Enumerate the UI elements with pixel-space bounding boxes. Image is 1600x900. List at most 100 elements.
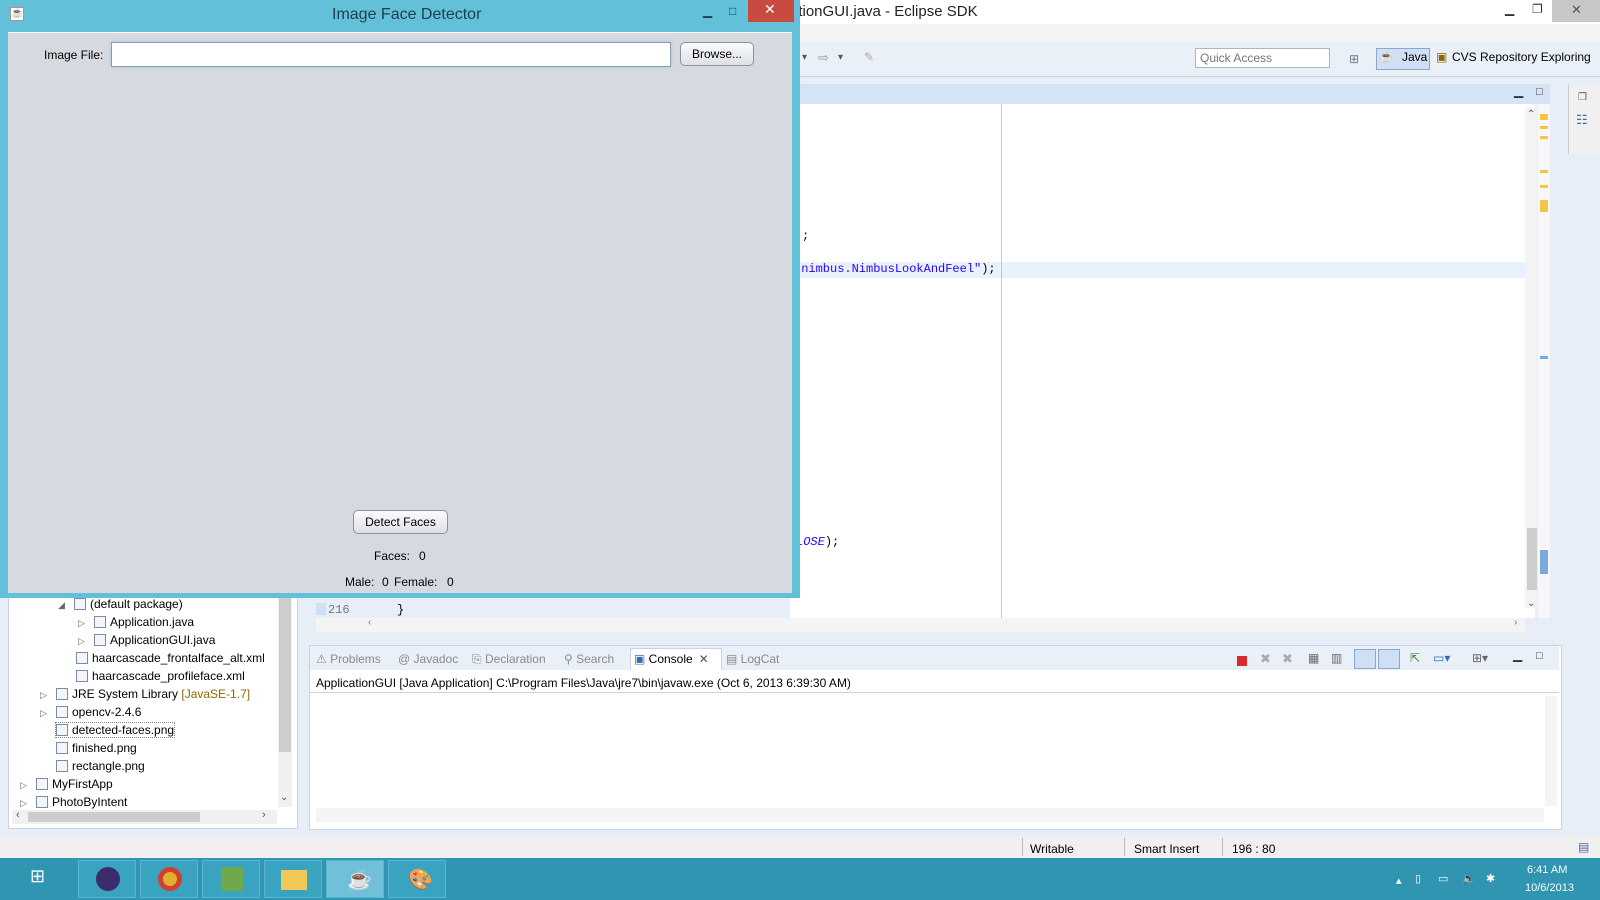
show-on-stdout-toggle[interactable] bbox=[1354, 649, 1376, 669]
close-tab-icon[interactable]: ✕ bbox=[699, 652, 709, 666]
tab-search[interactable]: ⚲ Search bbox=[564, 652, 614, 666]
show-on-stderr-toggle[interactable] bbox=[1378, 649, 1400, 669]
collapse-icon[interactable]: ▷ bbox=[78, 636, 88, 647]
taskbar-chrome[interactable] bbox=[140, 860, 198, 898]
volume-tray-icon[interactable]: 🔈 bbox=[1462, 872, 1476, 885]
editor-minimize-icon[interactable]: ▁ bbox=[1514, 84, 1523, 98]
restore-icon[interactable]: ❐ bbox=[1578, 92, 1587, 103]
console-vscrollbar[interactable] bbox=[1545, 696, 1557, 806]
clock-time[interactable]: 6:41 AM bbox=[1527, 864, 1567, 876]
device-tray-icon[interactable]: ▯ bbox=[1415, 872, 1421, 885]
perspective-cvs-label[interactable]: CVS Repository Exploring bbox=[1452, 50, 1591, 64]
editor-maximize-icon[interactable]: □ bbox=[1536, 86, 1543, 98]
occurrence-marker[interactable] bbox=[1540, 356, 1548, 359]
console-minimize-icon[interactable]: ▁ bbox=[1513, 648, 1522, 662]
warning-marker[interactable] bbox=[1540, 200, 1548, 212]
taskbar-java[interactable]: ☕ bbox=[326, 860, 384, 898]
progress-icon[interactable]: ▤ bbox=[1578, 840, 1589, 854]
collapse-icon[interactable]: ▷ bbox=[78, 618, 88, 629]
scroll-left-icon[interactable]: ‹ bbox=[368, 617, 371, 628]
minimize-icon[interactable]: ▁ bbox=[703, 4, 712, 18]
tree-item-default-package[interactable]: ◢ (default package) bbox=[58, 597, 183, 611]
maximize-icon[interactable]: □ bbox=[729, 4, 736, 18]
warning-marker[interactable] bbox=[1540, 170, 1548, 173]
outline-icon[interactable]: ☷ bbox=[1576, 112, 1588, 128]
clear-console-icon[interactable]: ▦ bbox=[1308, 651, 1319, 665]
eclipse-close-button[interactable]: ✕ bbox=[1552, 0, 1600, 22]
forward-arrow-icon[interactable]: ⇨ bbox=[818, 50, 829, 66]
forward-dropdown-icon[interactable]: ▾ bbox=[838, 52, 843, 63]
collapse-icon[interactable]: ▷ bbox=[40, 690, 50, 701]
open-perspective-icon[interactable]: ⊞ bbox=[1349, 52, 1359, 66]
tree-item-opencv[interactable]: ▷ opencv-2.4.6 bbox=[40, 705, 141, 719]
network-tray-icon[interactable]: ▭ bbox=[1438, 872, 1448, 885]
open-console-icon[interactable]: ⊞▾ bbox=[1472, 651, 1488, 665]
scroll-down-icon[interactable]: ⌄ bbox=[1527, 598, 1535, 609]
image-file-input[interactable] bbox=[111, 42, 671, 67]
taskbar-paint[interactable]: 🎨 bbox=[388, 860, 446, 898]
package-explorer-hscroll-thumb[interactable] bbox=[28, 812, 200, 822]
package-explorer-vscroll-thumb[interactable] bbox=[279, 597, 291, 752]
remove-all-launches-icon[interactable]: ✖ bbox=[1282, 651, 1293, 667]
clock-date[interactable]: 10/6/2013 bbox=[1525, 882, 1574, 894]
taskbar-file-explorer[interactable] bbox=[264, 860, 322, 898]
display-console-icon[interactable]: ▭▾ bbox=[1433, 651, 1450, 665]
male-count: 0 bbox=[382, 575, 389, 589]
tree-item-myfirstapp[interactable]: ▷ MyFirstApp bbox=[20, 777, 113, 791]
tree-item-application-java[interactable]: ▷ Application.java bbox=[78, 615, 194, 629]
show-hidden-icons[interactable]: ▴ bbox=[1396, 874, 1402, 887]
editor-hscrollbar[interactable] bbox=[316, 618, 1525, 632]
antivirus-tray-icon[interactable]: ✱ bbox=[1486, 872, 1495, 885]
console-maximize-icon[interactable]: □ bbox=[1536, 650, 1543, 662]
java-app-icon[interactable]: ☕ bbox=[10, 7, 24, 21]
taskbar-spreadsheet[interactable] bbox=[202, 860, 260, 898]
tab-declaration[interactable]: ⎘ Declaration bbox=[472, 652, 546, 667]
scroll-lock-icon[interactable]: ▥ bbox=[1331, 651, 1342, 665]
collapse-icon[interactable]: ▷ bbox=[40, 708, 50, 719]
tree-item-jre-library[interactable]: ▷ JRE System Library [JavaSE-1.7] bbox=[40, 687, 250, 701]
scroll-right-icon[interactable]: › bbox=[1514, 617, 1517, 628]
warning-marker[interactable] bbox=[1540, 185, 1548, 188]
tree-item-rectangle[interactable]: rectangle.png bbox=[56, 759, 145, 773]
warning-marker[interactable] bbox=[1540, 114, 1548, 120]
console-hscrollbar[interactable] bbox=[316, 808, 1544, 822]
tree-item-detected-faces[interactable]: detected-faces.png bbox=[54, 722, 176, 738]
scroll-left-icon[interactable]: ‹ bbox=[16, 809, 20, 821]
eclipse-restore-icon[interactable]: ❐ bbox=[1532, 2, 1543, 16]
terminate-icon[interactable] bbox=[1237, 656, 1247, 666]
faces-count: 0 bbox=[419, 549, 426, 563]
tree-item-photobyintent[interactable]: ▷ PhotoByIntent bbox=[20, 795, 127, 809]
window-close-button[interactable]: ✕ bbox=[748, 0, 794, 22]
tab-problems[interactable]: ⚠ Problems bbox=[316, 652, 381, 666]
start-icon[interactable]: ⊞ bbox=[30, 866, 45, 887]
remove-launch-icon[interactable]: ✖ bbox=[1260, 651, 1271, 667]
taskbar-eclipse[interactable] bbox=[78, 860, 136, 898]
toolbar-dropdown-icon[interactable]: ▾ bbox=[802, 52, 807, 63]
collapse-icon[interactable]: ▷ bbox=[20, 798, 30, 809]
detect-faces-button[interactable]: Detect Faces bbox=[353, 510, 448, 534]
pin-editor-icon[interactable]: ✎ bbox=[864, 50, 874, 64]
scroll-down-icon[interactable]: ⌄ bbox=[280, 792, 288, 803]
tab-logcat[interactable]: ▤ LogCat bbox=[726, 652, 779, 666]
warning-marker[interactable] bbox=[1540, 126, 1548, 129]
tree-item-xml-frontal[interactable]: haarcascade_frontalface_alt.xml bbox=[76, 651, 265, 665]
expand-icon[interactable]: ◢ bbox=[58, 600, 68, 611]
pin-console-icon[interactable]: ⇱ bbox=[1410, 651, 1420, 665]
scroll-up-icon[interactable]: ⌃ bbox=[1527, 109, 1535, 120]
tab-console[interactable]: ▣ Console ✕ bbox=[634, 652, 709, 666]
eclipse-minimize-icon[interactable]: ▁ bbox=[1505, 2, 1514, 16]
tree-item-finished[interactable]: finished.png bbox=[56, 741, 137, 755]
editor-vscroll-thumb[interactable] bbox=[1527, 528, 1537, 590]
occurrence-marker[interactable] bbox=[1540, 550, 1548, 574]
female-label: Female: bbox=[394, 575, 438, 589]
scroll-right-icon[interactable]: › bbox=[262, 809, 266, 821]
browse-button[interactable]: Browse... bbox=[680, 42, 754, 66]
warning-marker[interactable] bbox=[1540, 136, 1548, 139]
tree-item-applicationgui-java[interactable]: ▷ ApplicationGUI.java bbox=[78, 633, 215, 647]
image-file-icon bbox=[56, 760, 68, 772]
collapse-icon[interactable]: ▷ bbox=[20, 780, 30, 791]
tab-javadoc[interactable]: @ Javadoc bbox=[398, 652, 458, 666]
tree-item-xml-profile[interactable]: haarcascade_profileface.xml bbox=[76, 669, 245, 683]
quick-access-input[interactable] bbox=[1195, 48, 1330, 68]
code-editor[interactable] bbox=[790, 104, 1535, 618]
